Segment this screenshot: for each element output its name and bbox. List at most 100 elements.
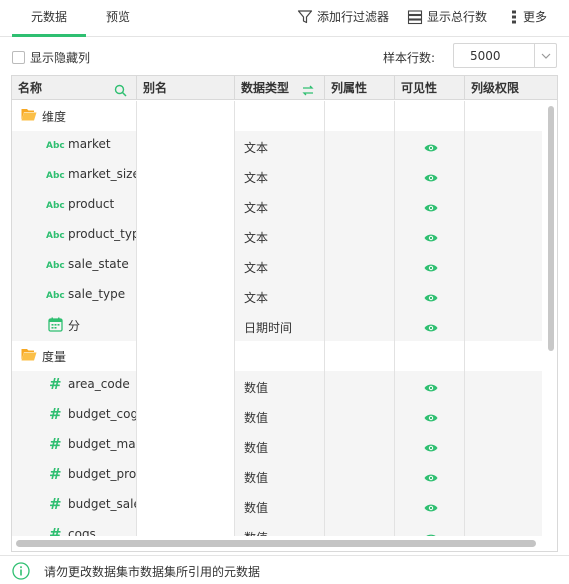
- alias-cell[interactable]: [137, 461, 235, 491]
- table-row[interactable]: # budget_profit 数值: [12, 461, 542, 491]
- visibility-cell[interactable]: [395, 191, 465, 221]
- group-row[interactable]: 维度: [12, 101, 542, 131]
- eye-icon[interactable]: [424, 382, 438, 396]
- group-row[interactable]: 度量: [12, 341, 542, 371]
- permission-cell[interactable]: [465, 281, 542, 311]
- tab-metadata[interactable]: 元数据: [12, 0, 86, 37]
- table-row[interactable]: 分 日期时间: [12, 311, 542, 341]
- table-row[interactable]: Abc sale_state 文本: [12, 251, 542, 281]
- column-header-name[interactable]: 名称: [12, 76, 137, 100]
- alias-cell[interactable]: [137, 101, 235, 131]
- tab-preview[interactable]: 预览: [96, 0, 140, 37]
- permission-cell[interactable]: [465, 221, 542, 251]
- eye-icon[interactable]: [424, 532, 438, 536]
- chevron-down-icon[interactable]: [534, 44, 556, 67]
- alias-cell[interactable]: [137, 281, 235, 311]
- permission-cell[interactable]: [465, 251, 542, 281]
- permission-cell[interactable]: [465, 521, 542, 536]
- eye-icon[interactable]: [424, 232, 438, 246]
- field-name: cogs: [68, 527, 96, 536]
- eye-icon[interactable]: [424, 292, 438, 306]
- column-header-data-type[interactable]: 数据类型: [235, 76, 325, 100]
- permission-cell[interactable]: [465, 161, 542, 191]
- permission-cell[interactable]: [465, 431, 542, 461]
- alias-cell[interactable]: [137, 161, 235, 191]
- visibility-cell[interactable]: [395, 311, 465, 341]
- alias-cell[interactable]: [137, 131, 235, 161]
- column-header-permission[interactable]: 列级权限: [465, 76, 557, 100]
- alias-cell[interactable]: [137, 191, 235, 221]
- visibility-cell[interactable]: [395, 101, 465, 131]
- field-name: product: [68, 197, 115, 211]
- name-cell: # budget_sales: [12, 491, 137, 521]
- eye-icon[interactable]: [424, 262, 438, 276]
- attribute-cell: [325, 221, 395, 251]
- alias-cell[interactable]: [137, 401, 235, 431]
- eye-icon[interactable]: [424, 142, 438, 156]
- permission-cell[interactable]: [465, 191, 542, 221]
- visibility-cell[interactable]: [395, 371, 465, 401]
- data-type-value: 日期时间: [244, 321, 293, 335]
- sample-rows-select[interactable]: 5000: [453, 43, 557, 68]
- column-header-visibility[interactable]: 可见性: [395, 76, 465, 100]
- table-row[interactable]: # cogs 数值: [12, 521, 542, 536]
- permission-cell[interactable]: [465, 461, 542, 491]
- alias-cell[interactable]: [137, 311, 235, 341]
- eye-icon[interactable]: [424, 202, 438, 216]
- add-filter-label: 添加行过滤器: [317, 10, 390, 24]
- alias-cell[interactable]: [137, 371, 235, 401]
- table-row[interactable]: Abc market 文本: [12, 131, 542, 161]
- eye-icon[interactable]: [424, 472, 438, 486]
- visibility-cell[interactable]: [395, 251, 465, 281]
- abc-icon: Abc: [46, 201, 65, 211]
- add-filter-button[interactable]: 添加行过滤器: [297, 0, 389, 34]
- data-type-value: 数值: [244, 411, 269, 425]
- vertical-scrollbar[interactable]: [548, 106, 554, 351]
- visibility-cell[interactable]: [395, 461, 465, 491]
- visibility-cell[interactable]: [395, 431, 465, 461]
- column-header-attribute[interactable]: 列属性: [325, 76, 395, 100]
- alias-cell[interactable]: [137, 221, 235, 251]
- permission-cell[interactable]: [465, 401, 542, 431]
- permission-cell[interactable]: [465, 491, 542, 521]
- table-row[interactable]: Abc sale_type 文本: [12, 281, 542, 311]
- visibility-cell[interactable]: [395, 131, 465, 161]
- alias-cell[interactable]: [137, 341, 235, 371]
- alias-cell[interactable]: [137, 431, 235, 461]
- permission-cell[interactable]: [465, 131, 542, 161]
- visibility-cell[interactable]: [395, 221, 465, 251]
- abc-icon: Abc: [46, 261, 65, 271]
- visibility-cell[interactable]: [395, 491, 465, 521]
- visibility-cell[interactable]: [395, 521, 465, 536]
- eye-icon[interactable]: [424, 442, 438, 456]
- eye-icon[interactable]: [424, 502, 438, 516]
- permission-cell[interactable]: [465, 101, 542, 131]
- alias-cell[interactable]: [137, 491, 235, 521]
- horizontal-scrollbar[interactable]: [16, 540, 536, 547]
- visibility-cell[interactable]: [395, 161, 465, 191]
- attribute-cell: [325, 101, 395, 131]
- visibility-cell[interactable]: [395, 281, 465, 311]
- show-total-rows-button[interactable]: 显示总行数: [407, 0, 487, 34]
- show-hidden-checkbox[interactable]: [12, 51, 25, 64]
- eye-icon[interactable]: [424, 412, 438, 426]
- permission-cell[interactable]: [465, 341, 542, 371]
- table-row[interactable]: # budget_sales 数值: [12, 491, 542, 521]
- eye-icon[interactable]: [424, 322, 438, 336]
- table-row[interactable]: # area_code 数值: [12, 371, 542, 401]
- data-type-value: 数值: [244, 441, 269, 455]
- more-button[interactable]: 更多: [509, 0, 547, 34]
- visibility-cell[interactable]: [395, 341, 465, 371]
- table-row[interactable]: Abc product 文本: [12, 191, 542, 221]
- table-row[interactable]: # budget_cogs 数值: [12, 401, 542, 431]
- table-row[interactable]: # budget_marg 数值: [12, 431, 542, 461]
- permission-cell[interactable]: [465, 311, 542, 341]
- alias-cell[interactable]: [137, 251, 235, 281]
- table-row[interactable]: Abcproduct_type 文本: [12, 221, 542, 251]
- eye-icon[interactable]: [424, 172, 438, 186]
- permission-cell[interactable]: [465, 371, 542, 401]
- table-row[interactable]: Abc market_size 文本: [12, 161, 542, 191]
- alias-cell[interactable]: [137, 521, 235, 536]
- column-header-alias[interactable]: 别名: [137, 76, 235, 100]
- visibility-cell[interactable]: [395, 401, 465, 431]
